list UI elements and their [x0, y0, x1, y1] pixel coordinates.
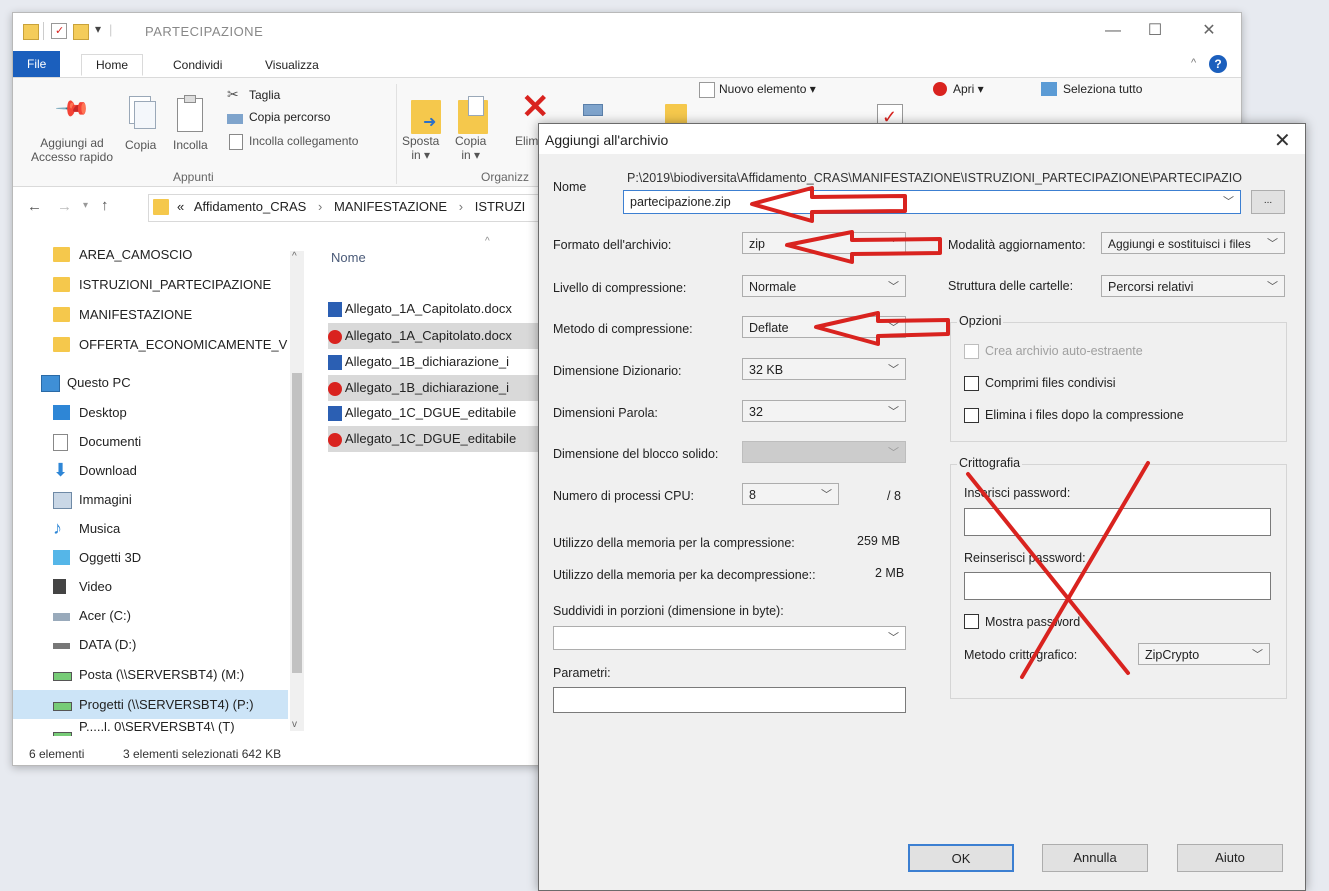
- annotation-cross: [966, 472, 1130, 675]
- annotation-overlay: [750, 186, 1150, 679]
- annotation-arrow: [814, 311, 950, 346]
- annotation-cross: [1020, 461, 1150, 679]
- annotation-arrow: [750, 186, 907, 223]
- annotation-arrow: [785, 230, 942, 264]
